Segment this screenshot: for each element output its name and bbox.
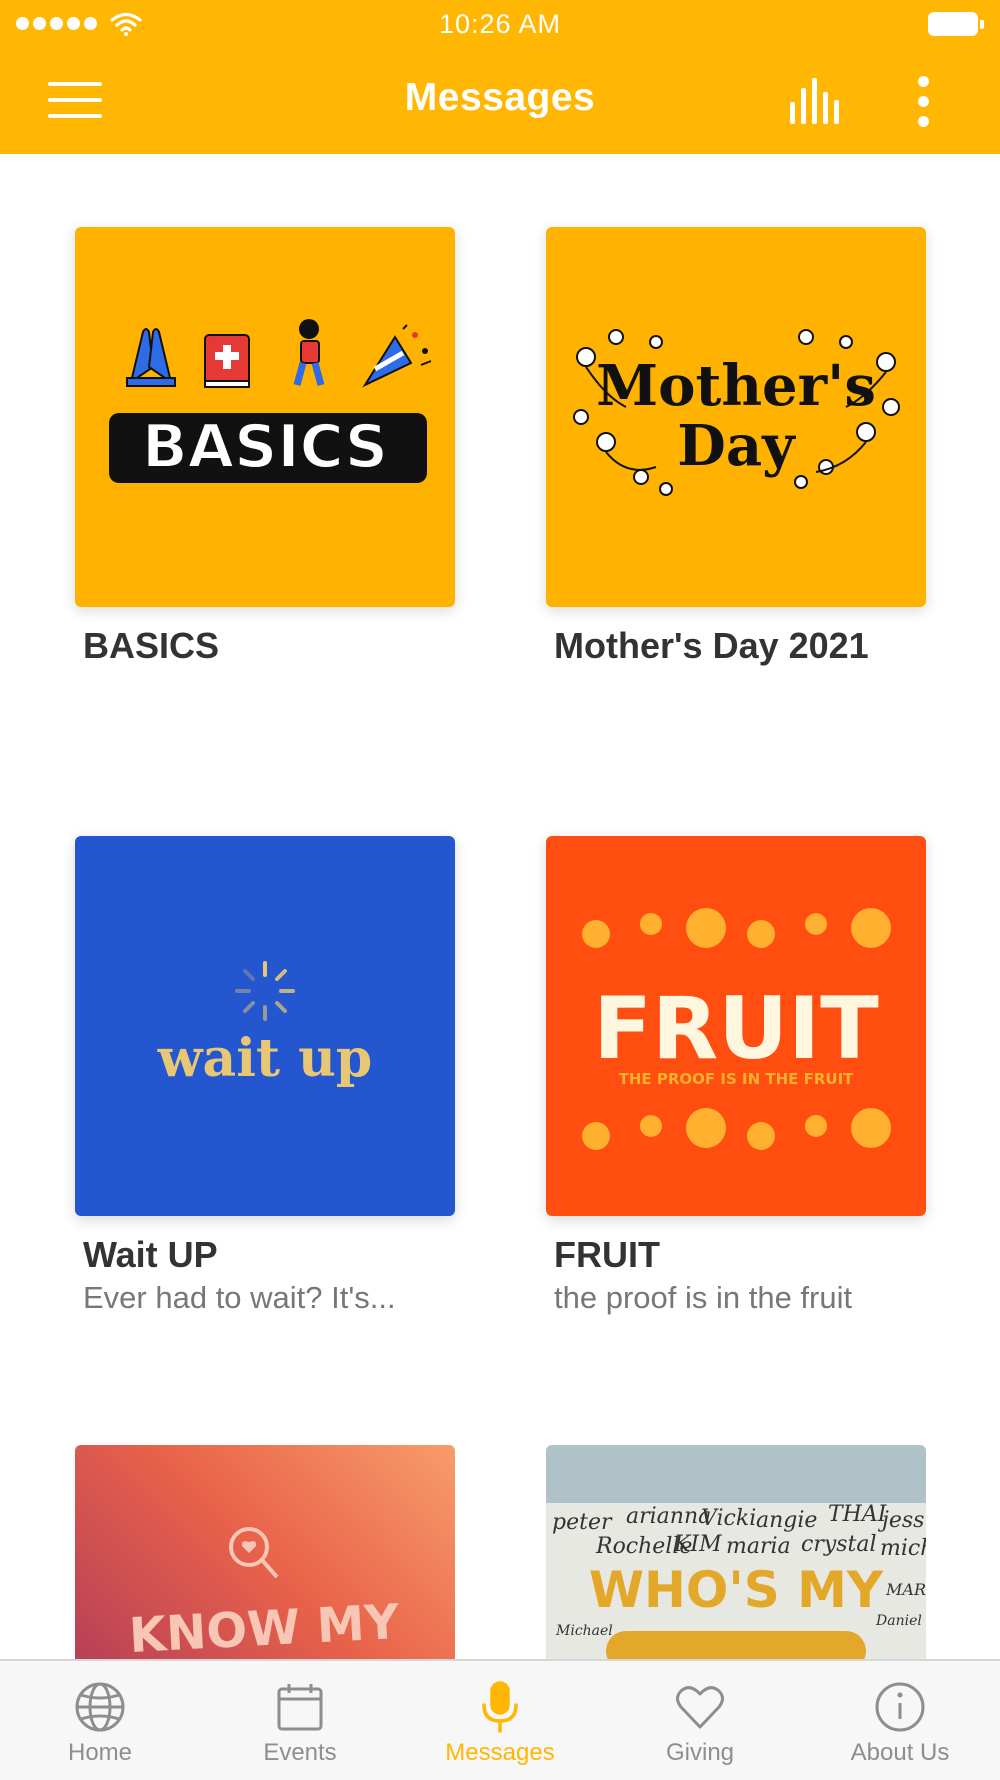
- artwork-name: MARK: [885, 1580, 926, 1599]
- tab-bar: Home Events Messages Giving About Us: [0, 1659, 1000, 1780]
- bible-icon: [204, 334, 250, 388]
- series-title: Mother's Day 2021: [554, 625, 869, 666]
- artwork-title: BASICS: [142, 412, 388, 482]
- status-time: 10:26 AM: [438, 9, 562, 39]
- artwork-name: Michael: [555, 1623, 613, 1639]
- tab-label: About Us: [850, 1739, 950, 1766]
- battery-icon: [928, 12, 984, 36]
- tab-home[interactable]: Home: [0, 1661, 200, 1780]
- series-title: BASICS: [83, 625, 220, 666]
- tab-label: Giving: [665, 1739, 735, 1766]
- artwork-name: maria: [726, 1534, 791, 1559]
- tab-events[interactable]: Events: [200, 1661, 400, 1780]
- series-title: Wait UP: [83, 1234, 218, 1275]
- series-description: the proof is in the fruit: [554, 1280, 853, 1315]
- series-card-fruit[interactable]: FRUIT THE PROOF IS IN THE FRUIT FRUIT th…: [546, 836, 926, 1326]
- app-header: 10:26 AM Messages: [0, 0, 1000, 154]
- microphone-icon: [482, 1681, 518, 1733]
- series-artwork: KNOW MY: [75, 1445, 455, 1659]
- artwork-name: Vicki: [701, 1506, 756, 1531]
- series-artwork: peter arianna Vicki angie THAI jess Roch…: [546, 1445, 926, 1659]
- artwork-name: peter: [552, 1510, 613, 1535]
- series-card-wait-up[interactable]: wait up Wait UP Ever had to wait? It's..…: [75, 836, 455, 1326]
- tab-giving[interactable]: Giving: [600, 1661, 800, 1780]
- tab-messages[interactable]: Messages: [400, 1661, 600, 1780]
- artwork-title: wait up: [157, 1028, 373, 1089]
- artwork-name: arianna: [626, 1504, 711, 1529]
- series-title: FRUIT: [554, 1234, 660, 1275]
- artwork-title: FRUIT: [593, 979, 879, 1079]
- more-options-icon[interactable]: [908, 76, 940, 128]
- audio-bars-icon[interactable]: [790, 78, 846, 124]
- artwork-name: THAI: [828, 1502, 888, 1527]
- artwork-title-line1: Mother's: [596, 353, 876, 419]
- series-description: Ever had to wait? It's...: [83, 1280, 396, 1315]
- series-card-whos-my[interactable]: peter arianna Vicki angie THAI jess Roch…: [546, 1445, 926, 1659]
- tab-label: Messages: [445, 1739, 555, 1766]
- artwork-name: KIM: [673, 1532, 722, 1557]
- series-artwork: FRUIT THE PROOF IS IN THE FRUIT: [546, 836, 926, 1216]
- artwork-name: angie: [756, 1508, 817, 1533]
- page-title: Messages: [404, 76, 596, 119]
- artwork-tagline: THE PROOF IS IN THE FRUIT: [619, 1070, 855, 1088]
- tab-about-us[interactable]: About Us: [800, 1661, 1000, 1780]
- series-card-mothers-day[interactable]: Mother's Day Mother's Day 2021: [546, 227, 926, 687]
- status-bar: 10:26 AM: [0, 0, 1000, 50]
- tab-label: Home: [67, 1739, 133, 1766]
- calendar-icon: [277, 1684, 323, 1731]
- series-card-basics[interactable]: BASICS BASICS: [75, 227, 455, 687]
- artwork-name: jess: [877, 1508, 924, 1533]
- artwork-title: WHO'S MY: [589, 1561, 884, 1619]
- artwork-title-line2: Day: [677, 413, 796, 479]
- globe-icon: [75, 1682, 125, 1732]
- artwork-name: michelle: [880, 1536, 926, 1561]
- artwork-name: crystal: [801, 1532, 877, 1557]
- info-icon: [875, 1682, 925, 1732]
- series-artwork: BASICS: [75, 227, 455, 607]
- tab-label: Events: [263, 1739, 337, 1766]
- series-card-know-my[interactable]: KNOW MY: [75, 1445, 455, 1659]
- series-artwork: wait up: [75, 836, 455, 1216]
- series-artwork: Mother's Day: [546, 227, 926, 607]
- heart-icon: [676, 1686, 724, 1729]
